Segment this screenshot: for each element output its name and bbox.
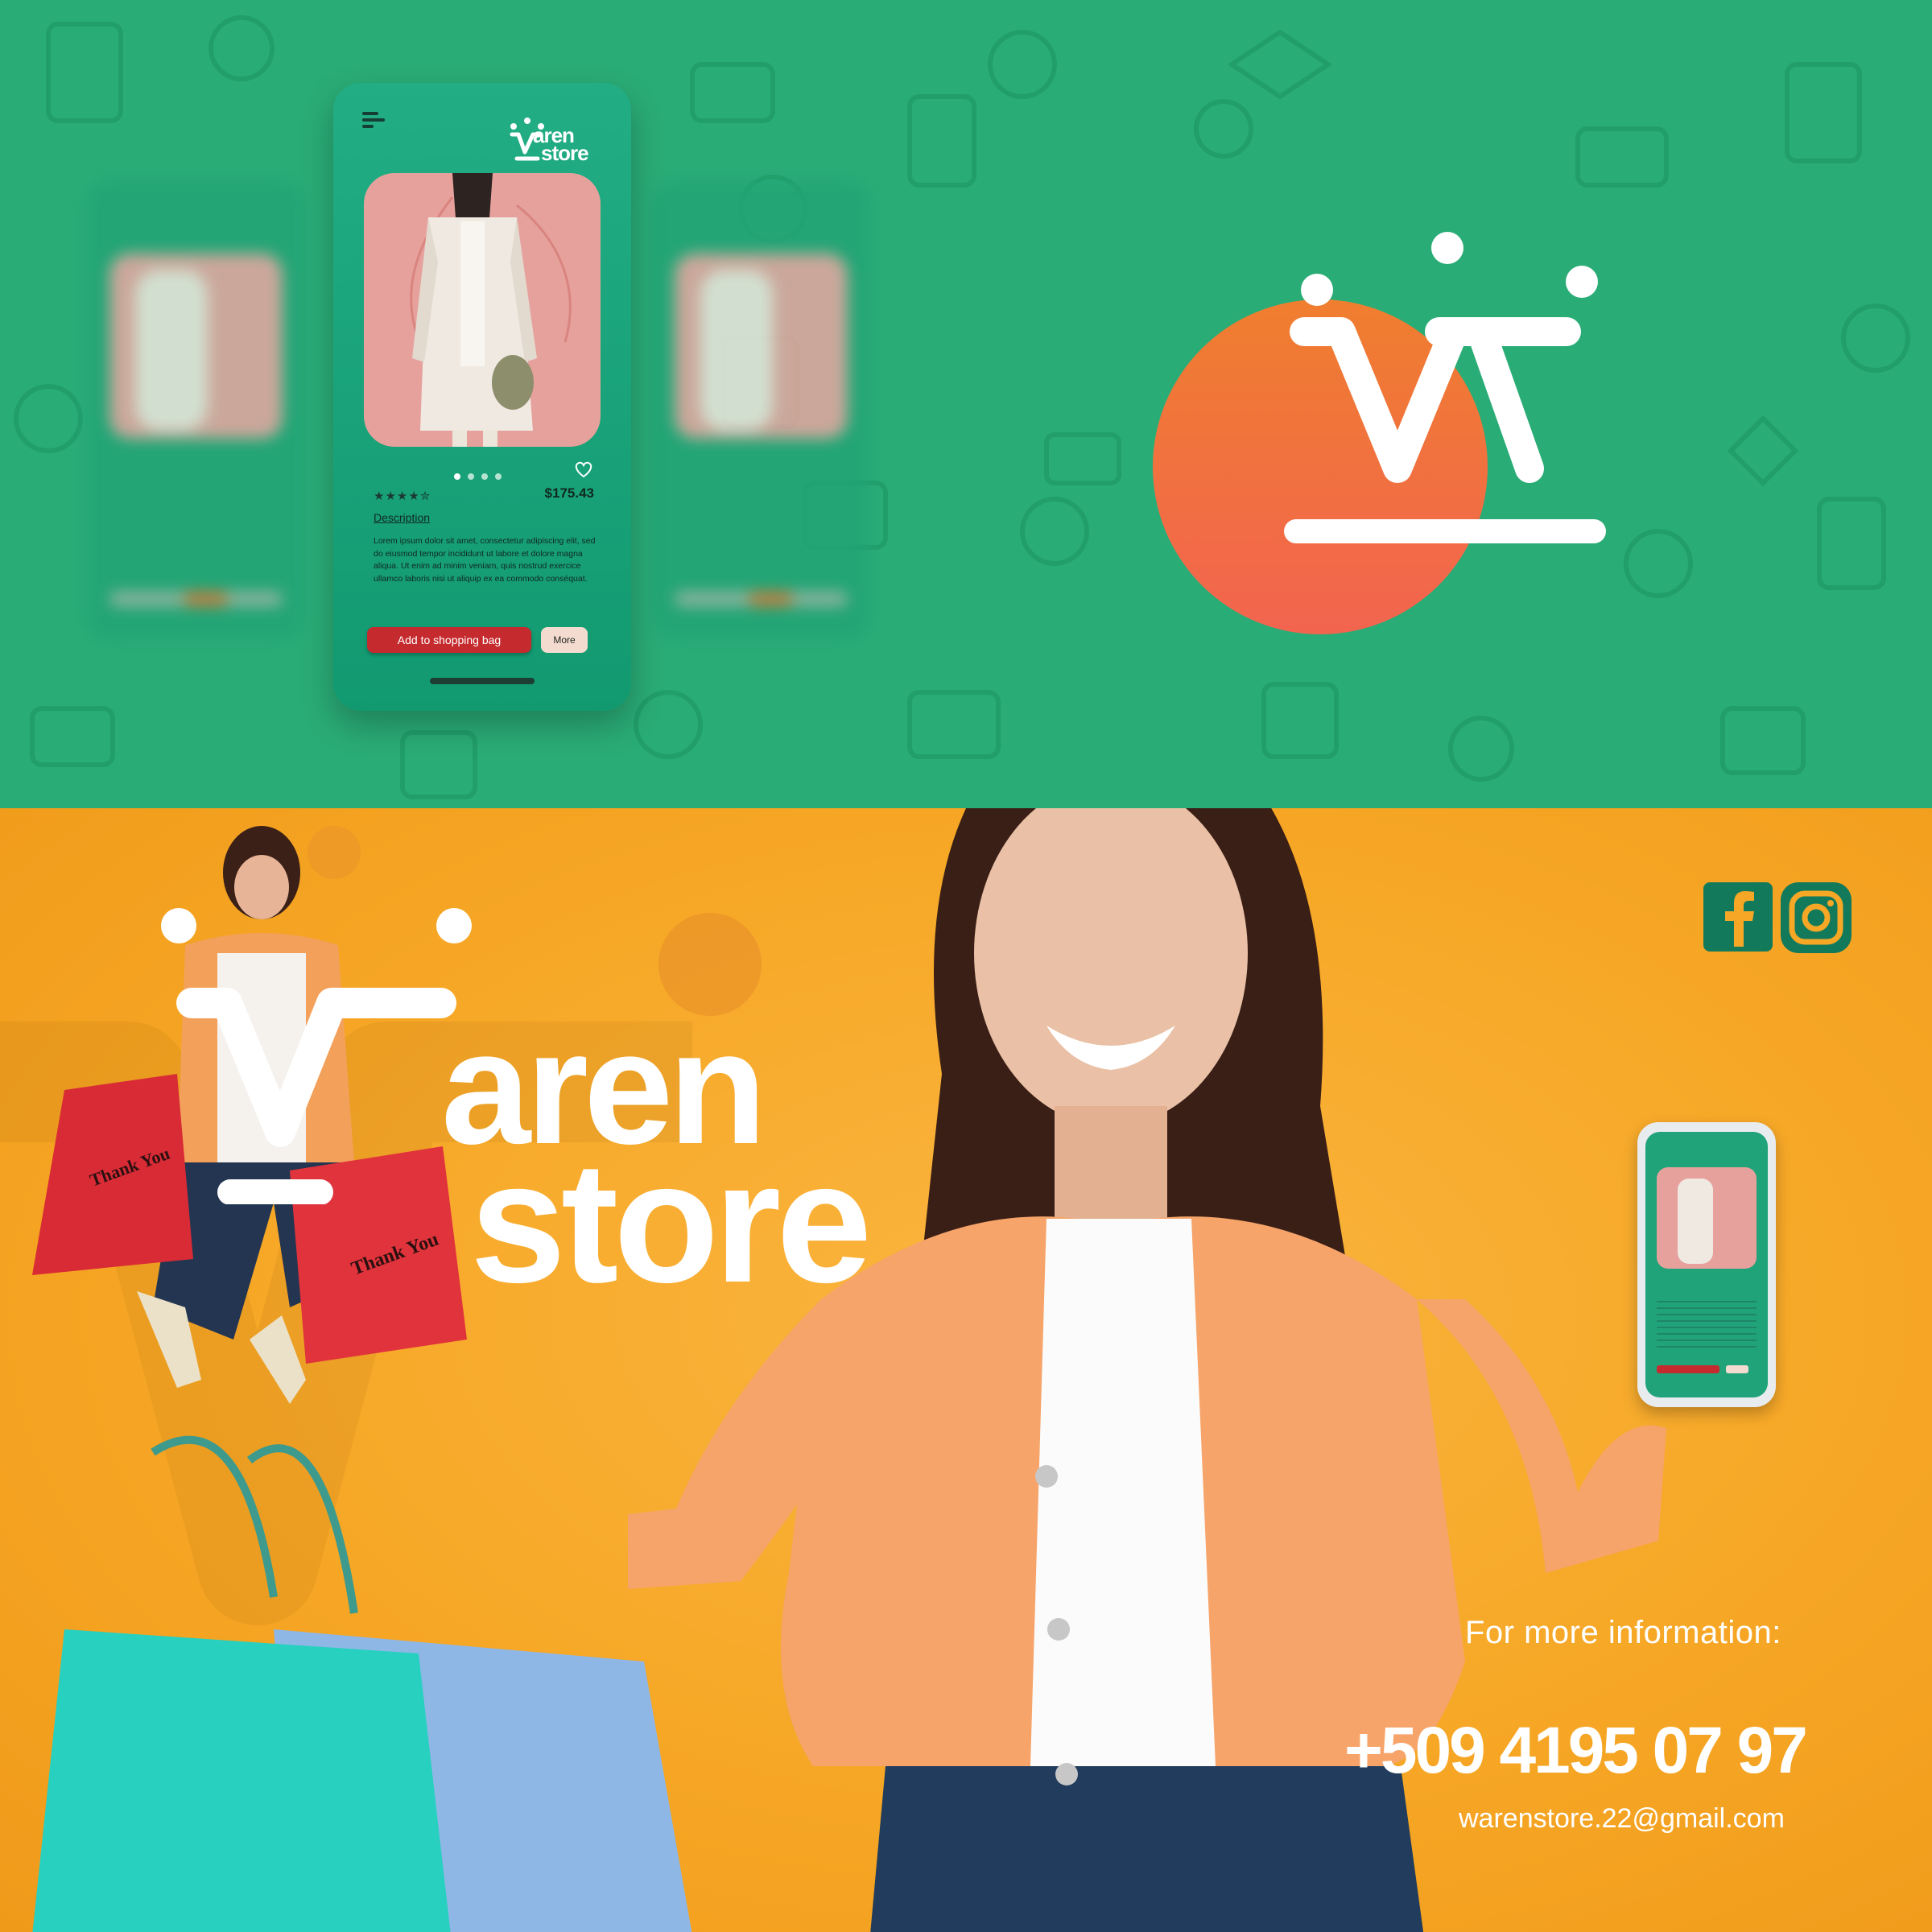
more-button[interactable]: More [541,627,588,653]
crown-w-logo-icon [1153,232,1606,634]
handheld-phone-mockup [1637,1122,1776,1407]
home-indicator [430,678,535,684]
rating-stars: ★★★★✮ [374,489,431,503]
blurred-phone-mockup-right [652,181,869,640]
app-logo: aren store [509,114,605,165]
product-image[interactable] [364,173,601,447]
hero-bottom-section: Thank You Thank You aren store For more … [0,808,1932,1932]
description-text: Lorem ipsum dolor sit amet, consectetur … [374,536,596,584]
instagram-icon[interactable] [1781,882,1852,953]
product-price: $175.43 [544,485,594,501]
brand-logo-mark [161,908,472,1204]
add-to-bag-button[interactable]: Add to shopping bag [367,627,531,653]
contact-email[interactable]: warenstore.22@gmail.com [1459,1803,1785,1835]
carousel-dots[interactable] [454,469,509,484]
contact-label: For more information: [1465,1615,1781,1650]
contact-phone[interactable]: +509 4195 07 97 [1344,1718,1808,1784]
facebook-icon[interactable] [1703,882,1773,952]
hero-top-section: aren store ★★★★✮ $175.43 Description Lor… [0,0,1932,808]
shopping-bags-photo [32,1435,692,1932]
app-phone-mockup: aren store ★★★★✮ $175.43 Description Lor… [333,83,631,711]
blurred-phone-mockup-left [87,181,304,640]
heart-icon[interactable] [573,460,594,479]
description-label[interactable]: Description [374,511,430,524]
app-logo-line2: store [541,141,589,165]
hamburger-menu-icon[interactable] [362,112,385,128]
